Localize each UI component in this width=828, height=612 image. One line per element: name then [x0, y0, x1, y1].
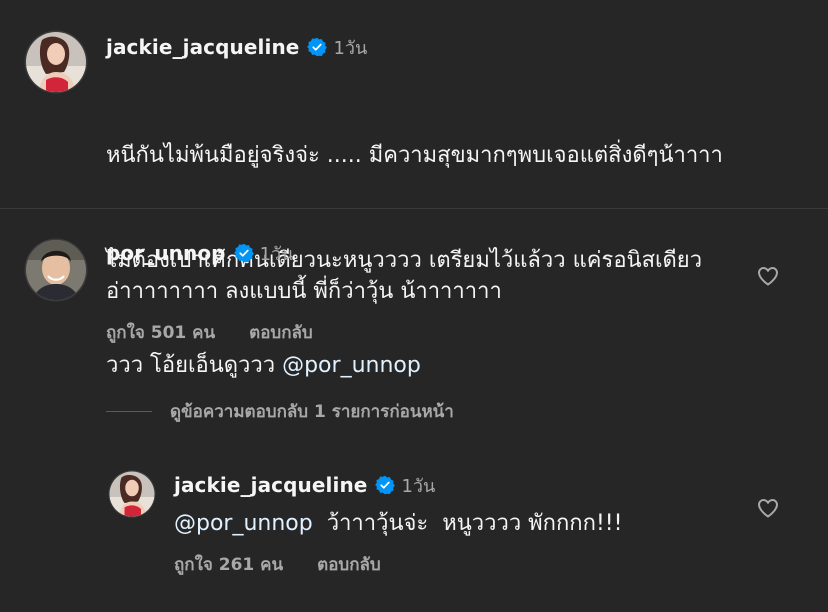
mention-link[interactable]: @por_unnop [174, 511, 313, 536]
comment-content: jackie_jacqueline 1วัน @por_unnop ว้าาาว… [174, 468, 734, 578]
username[interactable]: jackie_jacqueline [174, 473, 367, 497]
avatar[interactable] [24, 30, 88, 94]
comment-actions: ถูกใจ 261 คน ตอบกลับ [174, 551, 734, 578]
comment-actions: ถูกใจ 501 คน ตอบกลับ [106, 319, 726, 346]
view-replies-label: ดูข้อความตอบกลับ 1 รายการก่อนหน้า [170, 402, 454, 422]
comment-text: @por_unnop ว้าาาวุ้นจ่ะ หนูวววว พักกกก!!… [174, 506, 734, 541]
comments-panel: jackie_jacqueline 1วัน หนีกันไม่พ้นมือยู… [0, 0, 828, 612]
reply-button[interactable]: ตอบกลับ [317, 551, 381, 578]
timestamp: 1วัน [401, 475, 436, 497]
heart-icon[interactable] [756, 496, 780, 520]
reply-button[interactable]: ตอบกลับ [249, 319, 313, 346]
username[interactable]: por_unnop [106, 241, 226, 265]
comment-content: por_unnop 1วัน อ่าาาาาาาา ลงแบบนี้ พี่ก็… [106, 236, 726, 346]
verified-badge-icon [307, 37, 328, 57]
comment-text: อ่าาาาาาาา ลงแบบนี้ พี่ก็ว่าวุ้น น้าาาาา… [106, 279, 502, 304]
caption-line: หนีกันไม่พ้นมือยู่จริงจ่ะ ..... มีความสุ… [106, 143, 723, 168]
timestamp: 1วัน [333, 37, 368, 59]
avatar[interactable] [108, 470, 156, 518]
verified-badge-icon [375, 475, 396, 495]
caption-line-text: ววว โอ้ยเอ็นดูววว [106, 353, 283, 378]
replies-rule [106, 411, 152, 412]
avatar[interactable] [24, 238, 88, 302]
comment-text-body: ว้าาาวุ้นจ่ะ หนูวววว พักกกก!!! [312, 511, 623, 536]
heart-icon[interactable] [756, 264, 780, 288]
mention-link[interactable]: @por_unnop [282, 353, 421, 378]
likes-count[interactable]: ถูกใจ 261 คน [174, 551, 283, 578]
avatar-jackie-image [108, 470, 156, 518]
avatar-jackie-image [24, 30, 88, 94]
post-caption: jackie_jacqueline 1วัน หนีกันไม่พ้นมือยู… [0, 0, 828, 378]
likes-count[interactable]: ถูกใจ 501 คน [106, 319, 215, 346]
caption-line: ววว โอ้ยเอ็นดูววว @por_unnop [106, 348, 806, 383]
timestamp: 1วัน [259, 243, 294, 265]
comment-header: por_unnop 1วัน [106, 236, 726, 270]
username[interactable]: jackie_jacqueline [106, 35, 299, 59]
comment-header: jackie_jacqueline 1วัน [174, 468, 734, 502]
verified-badge-icon [233, 243, 254, 263]
view-previous-replies[interactable]: ดูข้อความตอบกลับ 1 รายการก่อนหน้า [106, 398, 454, 425]
divider [0, 208, 828, 209]
avatar-por-image [24, 238, 88, 302]
caption-header: jackie_jacqueline 1วัน [106, 30, 806, 64]
